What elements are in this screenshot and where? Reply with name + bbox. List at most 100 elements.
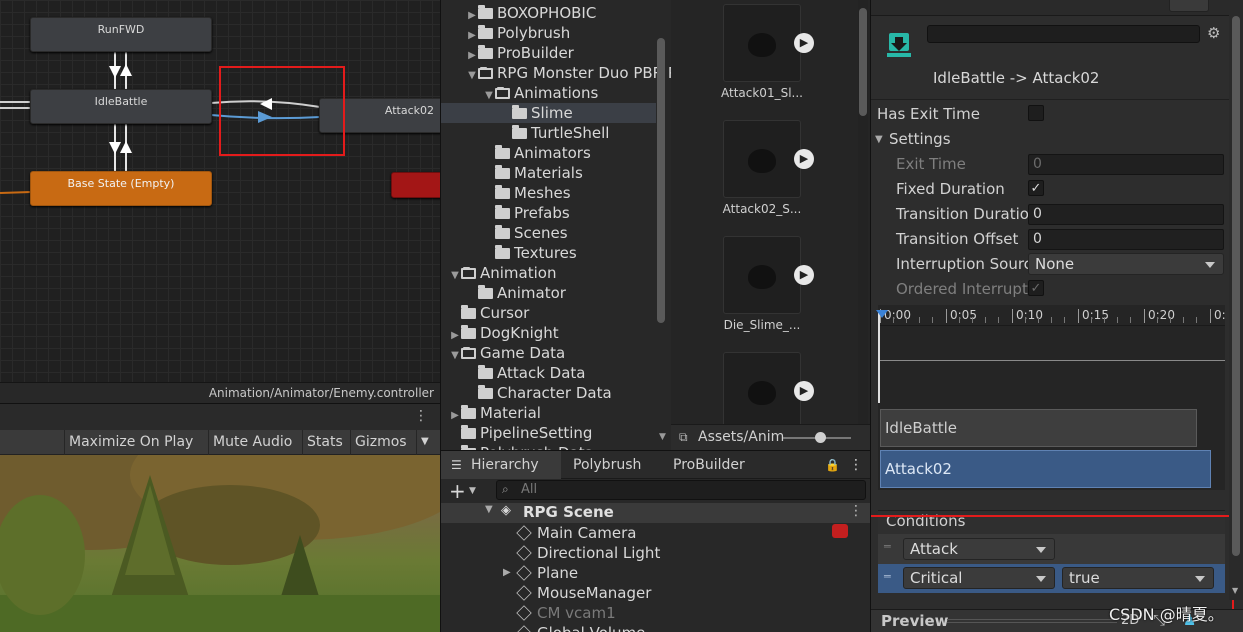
- interruption-source-dropdown[interactable]: None: [1028, 253, 1224, 275]
- settings-expand-icon[interactable]: ▼: [875, 134, 883, 145]
- hierarchy-item-label: Plane: [537, 564, 579, 582]
- timeline-subtick: [1170, 317, 1171, 323]
- project-folder-item[interactable]: ▶ Polybrush: [466, 23, 570, 43]
- project-folder-item[interactable]: Textures: [483, 243, 577, 263]
- lock-icon[interactable]: 🔒: [825, 451, 840, 479]
- state-node-exit[interactable]: [391, 172, 440, 198]
- inspector-top-button[interactable]: [1169, 0, 1209, 12]
- project-folder-item[interactable]: ▼ Animation: [449, 263, 556, 283]
- transition-timeline[interactable]: 0:00 0:05 0:10 0:15 0:20 0: IdleBattle Attack…: [876, 305, 1226, 490]
- inspector-scrollbar-thumb[interactable]: [1232, 16, 1240, 556]
- add-icon[interactable]: +: [449, 479, 466, 503]
- folder-label: Attack Data: [497, 364, 586, 382]
- folder-icon: [461, 425, 476, 439]
- project-folder-item[interactable]: ▶ DogKnight: [449, 323, 559, 343]
- project-folder-item[interactable]: Slime: [500, 103, 573, 123]
- playhead-marker-icon[interactable]: [876, 310, 888, 318]
- project-folder-item[interactable]: Scenes: [483, 223, 568, 243]
- timeline-subtick: [1157, 317, 1158, 323]
- icon-size-slider-handle[interactable]: [815, 432, 826, 443]
- project-folder-item[interactable]: TurtleShell: [500, 123, 609, 143]
- animation-clip-thumbnail[interactable]: ▶: [723, 236, 814, 314]
- folder-icon: [478, 5, 493, 19]
- expand-down-icon[interactable]: ▼: [449, 346, 461, 366]
- play-icon[interactable]: ▶: [794, 381, 814, 401]
- ordered-interruption-label: Ordered Interruptic: [896, 280, 1041, 298]
- preview-drag-handle[interactable]: [947, 619, 1117, 623]
- scene-options-icon[interactable]: ⋮: [849, 503, 863, 519]
- play-icon[interactable]: ▶: [794, 33, 814, 53]
- project-folder-item[interactable]: ▶ BOXOPHOBIC: [466, 3, 596, 23]
- state-node-idlebattle[interactable]: IdleBattle: [30, 89, 212, 124]
- project-folder-item[interactable]: ▼ Game Data: [449, 343, 565, 363]
- animation-clip-thumbnail[interactable]: ▶: [723, 352, 814, 430]
- project-folder-item[interactable]: PipelineSetting: [449, 423, 592, 443]
- tree-scrollbar[interactable]: [657, 38, 665, 323]
- scroll-down-icon[interactable]: ▼: [1232, 586, 1238, 595]
- unity-scene-icon: ◈: [501, 503, 511, 518]
- project-folder-item[interactable]: Animator: [466, 283, 566, 303]
- project-folder-item[interactable]: Meshes: [483, 183, 571, 203]
- expand-right-icon[interactable]: ▶: [503, 563, 511, 583]
- timeline-bar-attack02[interactable]: Attack02: [880, 450, 1211, 488]
- expand-down-icon[interactable]: ▼: [466, 66, 478, 86]
- timeline-subtick: [1064, 317, 1065, 323]
- play-icon[interactable]: ▶: [794, 149, 814, 169]
- watermark: CSDN @晴夏。: [1109, 605, 1224, 624]
- transition-name-input[interactable]: [927, 25, 1200, 43]
- hierarchy-item[interactable]: CM vcam1: [516, 603, 616, 623]
- project-folder-item[interactable]: Cursor: [449, 303, 529, 323]
- slime-icon: [748, 381, 776, 405]
- project-folder-item[interactable]: Prefabs: [483, 203, 570, 223]
- settings-foldout[interactable]: Settings: [889, 130, 951, 148]
- state-node-runfwd[interactable]: RunFWD: [30, 17, 212, 52]
- animation-clip-thumbnail[interactable]: ▶: [723, 120, 814, 198]
- project-folder-item[interactable]: ▶Polybrush Data: [449, 443, 594, 450]
- hierarchy-search-input[interactable]: ⌕ All: [496, 480, 866, 500]
- tab-hierarchy[interactable]: Hierarchy: [471, 451, 539, 479]
- project-folder-item[interactable]: ▼ Animations: [483, 83, 598, 103]
- folder-icon: [495, 245, 510, 259]
- folder-label: Animators: [514, 144, 591, 162]
- more-options-icon[interactable]: ⋮: [849, 451, 863, 479]
- animation-clip-thumbnail[interactable]: ▶: [723, 4, 814, 82]
- project-folder-item[interactable]: Materials: [483, 163, 583, 183]
- more-options-icon[interactable]: ⋮: [414, 408, 428, 424]
- state-node-base-state[interactable]: Base State (Empty): [30, 171, 212, 206]
- timeline-playhead[interactable]: [878, 313, 880, 403]
- gizmos-button[interactable]: Gizmos: [350, 430, 411, 455]
- maximize-on-play-button[interactable]: Maximize On Play: [64, 430, 197, 455]
- tab-polybrush[interactable]: Polybrush: [573, 451, 641, 479]
- transition-offset-field[interactable]: 0: [1028, 229, 1224, 250]
- expand-down-icon[interactable]: ▼: [449, 266, 461, 286]
- transition-arrow-up-2: [120, 141, 132, 153]
- hierarchy-item[interactable]: Directional Light: [516, 543, 660, 563]
- gear-icon[interactable]: ⚙: [1207, 24, 1220, 42]
- gizmos-dropdown-icon[interactable]: ▼: [416, 430, 433, 455]
- hierarchy-item[interactable]: ▶ Plane: [503, 563, 579, 583]
- project-folder-item[interactable]: ▶ ProBuilder: [466, 43, 574, 63]
- timeline-bar-idlebattle[interactable]: IdleBattle: [880, 409, 1197, 447]
- stats-button[interactable]: Stats: [302, 430, 347, 455]
- transition-duration-field[interactable]: 0: [1028, 204, 1224, 225]
- hierarchy-item[interactable]: Main Camera: [516, 523, 636, 543]
- scene-row[interactable]: ▼ ◈ RPG Scene ⋮: [441, 503, 870, 523]
- add-dropdown-icon[interactable]: ▼: [469, 486, 476, 496]
- play-icon[interactable]: ▶: [794, 265, 814, 285]
- project-folder-item[interactable]: Attack Data: [466, 363, 585, 383]
- mute-audio-button[interactable]: Mute Audio: [208, 430, 296, 455]
- project-folder-item[interactable]: Animators: [483, 143, 591, 163]
- tab-probuilder[interactable]: ProBuilder: [673, 451, 745, 479]
- game-view[interactable]: [0, 455, 440, 632]
- gameobject-icon: [516, 625, 532, 632]
- scene-expand-icon[interactable]: ▼: [485, 504, 493, 515]
- timeline-subtick: [1104, 317, 1105, 323]
- hierarchy-item[interactable]: MouseManager: [516, 583, 651, 603]
- project-folder-item[interactable]: ▶ Material: [449, 403, 541, 423]
- has-exit-time-checkbox[interactable]: [1028, 105, 1044, 121]
- hierarchy-item[interactable]: Global Volume: [516, 623, 645, 632]
- project-folder-item[interactable]: Character Data: [466, 383, 612, 403]
- scroll-down-icon[interactable]: ▼: [659, 432, 666, 442]
- asset-scrollbar-thumb[interactable]: [859, 8, 867, 116]
- fixed-duration-checkbox[interactable]: ✓: [1028, 180, 1044, 196]
